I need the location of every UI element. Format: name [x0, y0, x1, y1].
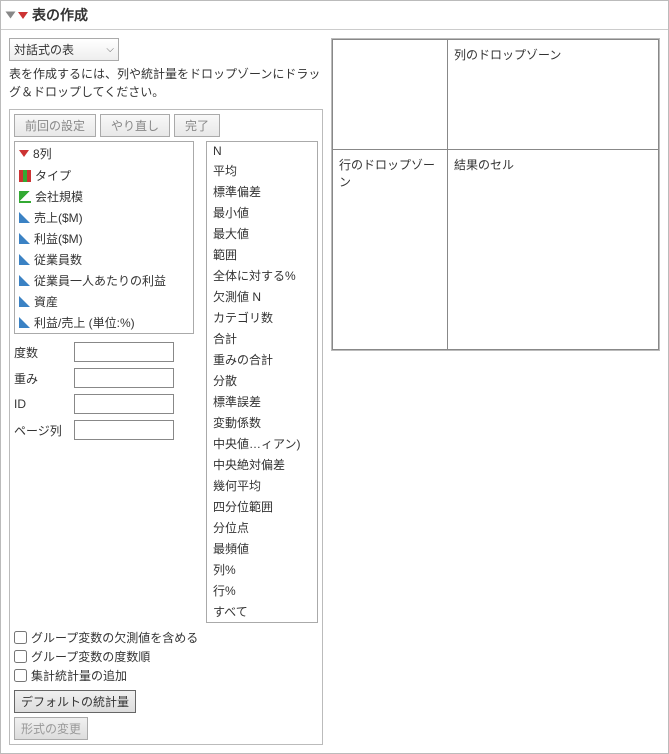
stat-item[interactable]: すべて: [207, 601, 317, 622]
tri-icon: [19, 317, 30, 328]
hotspot-icon: [19, 150, 29, 157]
weight-label: 重み: [14, 370, 74, 387]
instruction-text: 表を作成するには、列や統計量をドロップゾーンにドラッグ＆ドロップしてください。: [9, 65, 323, 101]
stat-item[interactable]: 範囲: [207, 244, 317, 265]
id-label: ID: [14, 397, 74, 411]
stat-item[interactable]: 分位点: [207, 517, 317, 538]
column-item[interactable]: 売上($M): [15, 207, 193, 228]
stat-item[interactable]: 最小値: [207, 202, 317, 223]
stat-item[interactable]: 分散: [207, 370, 317, 391]
stat-item[interactable]: 行%: [207, 580, 317, 601]
panel-title: 表の作成: [32, 5, 88, 25]
stat-item[interactable]: 欠測値 N: [207, 286, 317, 307]
stat-item[interactable]: 四分位範囲: [207, 496, 317, 517]
add-stats-check[interactable]: 集計統計量の追加: [14, 667, 318, 684]
result-cell[interactable]: 結果のセル: [448, 150, 659, 350]
table-type-dropdown[interactable]: 対話式の表 ⌵: [9, 38, 119, 61]
column-label: 資産: [34, 293, 58, 310]
row-drop-zone[interactable]: 行のドロップゾーン: [333, 150, 448, 350]
columns-list: 8列 タイプ会社規模売上($M) 利益($M) 従業員数従業員一人あたりの利益資産利…: [14, 141, 194, 334]
column-label: 利益/売上 (単位:%): [34, 314, 135, 331]
column-item[interactable]: タイプ: [15, 165, 193, 186]
column-label: 売上($M): [34, 209, 83, 226]
stats-list: N平均標準偏差最小値最大値範囲全体に対する%欠測値 Nカテゴリ数合計重みの合計分…: [206, 141, 318, 623]
column-item[interactable]: 従業員数: [15, 249, 193, 270]
stat-item[interactable]: カテゴリ数: [207, 307, 317, 328]
stat-item[interactable]: 標準偏差: [207, 181, 317, 202]
column-item[interactable]: 利益($M): [15, 228, 193, 249]
stat-item[interactable]: 中央絶対偏差: [207, 454, 317, 475]
column-label: タイプ: [35, 167, 71, 184]
corner-cell[interactable]: [333, 40, 448, 150]
column-label: 利益($M): [34, 230, 83, 247]
tri-icon: [19, 233, 30, 244]
stat-item[interactable]: 列%: [207, 559, 317, 580]
weight-input[interactable]: [74, 368, 174, 388]
column-item[interactable]: 資産: [15, 291, 193, 312]
default-stats-button[interactable]: デフォルトの統計量: [14, 690, 136, 713]
chevron-down-icon: ⌵: [106, 44, 114, 55]
freq-order-check[interactable]: グループ変数の度数順: [14, 648, 318, 665]
column-drop-zone[interactable]: 列のドロップゾーン: [448, 40, 659, 150]
page-label: ページ列: [14, 422, 74, 439]
config-panel: 前回の設定 やり直し 完了 8列 タイプ会社規模売上($M) 利益($M) 従業員数…: [9, 109, 323, 745]
stat-item[interactable]: 最大値: [207, 223, 317, 244]
redo-button[interactable]: やり直し: [100, 114, 170, 137]
include-missing-check[interactable]: グループ変数の欠測値を含める: [14, 629, 318, 646]
column-item[interactable]: 利益/売上 (単位:%): [15, 312, 193, 333]
column-label: 会社規模: [35, 188, 83, 205]
column-label: 従業員一人あたりの利益: [34, 272, 166, 289]
done-button[interactable]: 完了: [174, 114, 220, 137]
step-icon: [19, 191, 31, 203]
drop-zone-grid: 列のドロップゾーン 行のドロップゾーン 結果のセル: [331, 38, 660, 351]
page-input[interactable]: [74, 420, 174, 440]
stat-item[interactable]: 変動係数: [207, 412, 317, 433]
prev-settings-button[interactable]: 前回の設定: [14, 114, 96, 137]
bars-icon: [19, 170, 31, 182]
stat-item[interactable]: 平均: [207, 160, 317, 181]
stat-item[interactable]: 幾何平均: [207, 475, 317, 496]
stat-item[interactable]: 標準誤差: [207, 391, 317, 412]
id-input[interactable]: [74, 394, 174, 414]
column-item[interactable]: 会社規模: [15, 186, 193, 207]
tri-icon: [19, 296, 30, 307]
tri-icon: [19, 275, 30, 286]
tri-icon: [19, 254, 30, 265]
freq-label: 度数: [14, 344, 74, 361]
dropdown-value: 対話式の表: [14, 41, 74, 58]
stat-item[interactable]: 中央値…ィアン): [207, 433, 317, 454]
stat-item[interactable]: 最頻値: [207, 538, 317, 559]
columns-header[interactable]: 8列: [15, 142, 193, 165]
column-item[interactable]: 従業員一人あたりの利益: [15, 270, 193, 291]
disclosure-icon[interactable]: [6, 12, 16, 19]
freq-input[interactable]: [74, 342, 174, 362]
stat-item[interactable]: N: [207, 142, 317, 160]
column-label: 従業員数: [34, 251, 82, 268]
hotspot-icon[interactable]: [18, 12, 28, 19]
tri-icon: [19, 212, 30, 223]
stat-item[interactable]: 重みの合計: [207, 349, 317, 370]
stat-item[interactable]: 合計: [207, 328, 317, 349]
stat-item[interactable]: 全体に対する%: [207, 265, 317, 286]
title-bar: 表の作成: [1, 1, 668, 30]
